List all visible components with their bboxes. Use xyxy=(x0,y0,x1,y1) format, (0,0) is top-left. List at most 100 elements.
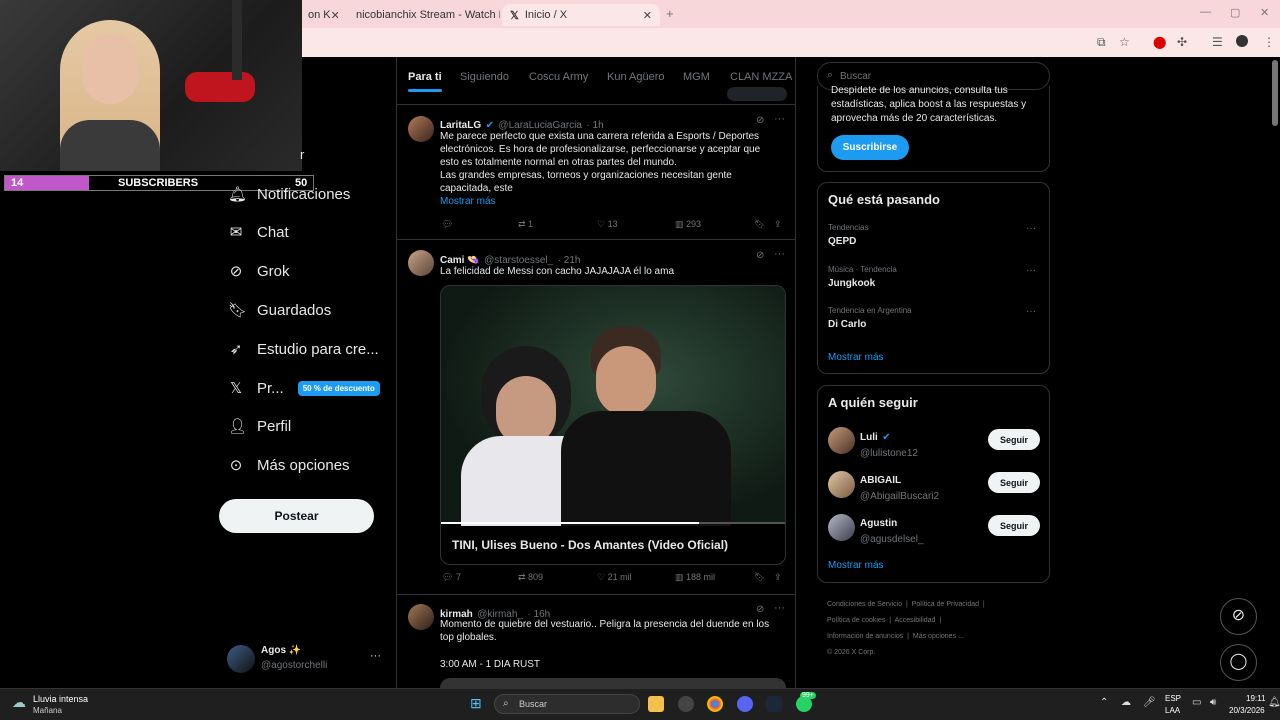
follow-name[interactable]: Luli xyxy=(860,432,878,443)
tweet[interactable]: Cami 👒 @starstoessel_ · 21h ⊘ ··· La fel… xyxy=(397,241,795,595)
account-avatar[interactable] xyxy=(227,645,255,673)
tweet[interactable]: kirmah @kirmah_ · 16h ⊘ ··· Momento de q… xyxy=(397,596,795,688)
tab-coscu-army[interactable]: Coscu Army xyxy=(529,71,588,83)
weather-title[interactable]: Lluvia intensa xyxy=(33,694,88,704)
keyboard-layout[interactable]: LAA xyxy=(1165,706,1180,715)
notifications-icon[interactable]: 🔔︎ xyxy=(1268,697,1280,708)
show-posts-pill[interactable] xyxy=(727,87,787,101)
trend-more-button[interactable]: ··· xyxy=(1026,223,1036,234)
tweet-more-button[interactable]: ··· xyxy=(774,113,785,125)
nav-grok[interactable]: ⊘ Grok xyxy=(228,257,290,285)
retweet-button[interactable]: ⇄ 1 xyxy=(518,219,533,230)
like-button[interactable]: ♡ 13 xyxy=(597,219,618,230)
follow-name[interactable]: Agustin xyxy=(860,518,897,529)
tweet-avatar[interactable] xyxy=(408,116,434,142)
tab-kun-aguero[interactable]: Kun Agüero xyxy=(607,71,665,83)
footer-link[interactable]: Política de Privacidad xyxy=(912,601,979,608)
trend-item[interactable]: Tendencia en Argentina Di Carlo xyxy=(828,306,912,330)
menu-icon[interactable]: ⋮ xyxy=(1263,35,1275,49)
grok-icon[interactable]: ⊘ xyxy=(756,604,764,615)
video-card[interactable]: TINI, Ulises Bueno - Dos Amantes (Video … xyxy=(440,285,786,565)
extension-icon[interactable]: ⬤ xyxy=(1153,35,1166,49)
like-button[interactable]: ♡ 21 mil xyxy=(597,572,632,583)
maximize-icon[interactable]: ▢ xyxy=(1230,6,1240,19)
tab-clan-mzza[interactable]: CLAN MZZA xyxy=(730,71,792,83)
tweet-media[interactable] xyxy=(440,678,786,688)
trend-more-button[interactable]: ··· xyxy=(1026,265,1036,276)
tweet[interactable]: LaritaLG ✔ @LaraLuciaGarcia · 1h ⊘ ··· M… xyxy=(397,106,795,240)
post-button[interactable]: Postear xyxy=(219,499,374,533)
video-title[interactable]: TINI, Ulises Bueno - Dos Amantes (Video … xyxy=(452,538,728,552)
new-tab-button[interactable]: + xyxy=(666,6,674,21)
bookmark-icon[interactable]: 🔖︎ xyxy=(754,572,765,583)
clock-date[interactable]: 20/3/2026 xyxy=(1229,706,1265,715)
star-icon[interactable]: ☆ xyxy=(1119,35,1130,49)
grok-icon[interactable]: ⊘ xyxy=(756,250,764,261)
follow-name[interactable]: ABIGAIL xyxy=(860,475,901,486)
follow-button[interactable]: Seguir xyxy=(988,429,1040,450)
volume-icon[interactable]: 🔊︎ xyxy=(1210,697,1216,708)
messages-float-button[interactable]: ◯ xyxy=(1220,644,1257,681)
tweet-avatar[interactable] xyxy=(408,604,434,630)
share-icon[interactable]: ⇪ xyxy=(774,572,782,583)
app-icon[interactable] xyxy=(678,696,694,712)
nav-creator-studio[interactable]: ➶ Estudio para cre... xyxy=(228,335,379,363)
retweet-button[interactable]: ⇄ 809 xyxy=(518,572,543,583)
close-icon[interactable]: ✕ xyxy=(331,9,338,22)
views-button[interactable]: ▥ 293 xyxy=(675,219,701,230)
follow-avatar[interactable] xyxy=(828,427,855,454)
tweet-more-button[interactable]: ··· xyxy=(774,248,785,260)
nav-premium[interactable]: 𝕏 Pr... 50 % de descuento xyxy=(228,374,380,402)
weather-icon[interactable]: ☁ xyxy=(12,694,26,711)
tab-mgm[interactable]: MGM xyxy=(683,71,710,83)
account-more-button[interactable]: ··· xyxy=(370,650,381,662)
video-progress-track[interactable] xyxy=(441,522,785,524)
grok-float-button[interactable]: ⊘ xyxy=(1220,598,1257,635)
file-explorer-icon[interactable] xyxy=(648,696,664,712)
nav-notifications[interactable]: 🔔︎ Notificaciones xyxy=(228,180,350,208)
display-icon[interactable]: ▭ xyxy=(1192,697,1201,708)
windows-start-icon[interactable]: ⊞ xyxy=(470,695,482,712)
close-window-icon[interactable]: ✕ xyxy=(1260,6,1269,19)
follow-button[interactable]: Seguir xyxy=(988,515,1040,536)
footer-link[interactable]: Información de anuncios xyxy=(827,633,903,640)
close-icon[interactable]: ✕ xyxy=(643,9,652,22)
chrome-icon[interactable] xyxy=(707,696,723,712)
trends-show-more[interactable]: Mostrar más xyxy=(828,352,884,363)
chevron-up-icon[interactable]: ⌃ xyxy=(1100,697,1108,708)
share-icon[interactable]: ⇪ xyxy=(774,219,782,230)
discord-icon[interactable] xyxy=(737,696,753,712)
reply-button[interactable]: 💬︎ 7 xyxy=(442,572,461,583)
subscribe-button[interactable]: Suscribirse xyxy=(831,135,909,160)
tab-for-you[interactable]: Para ti xyxy=(408,71,442,83)
trend-item[interactable]: Música · Tendencia Jungkook xyxy=(828,265,897,289)
media-icon[interactable]: ☰ xyxy=(1212,35,1223,49)
tab-following[interactable]: Siguiendo xyxy=(460,71,509,83)
follow-button[interactable]: Seguir xyxy=(988,472,1040,493)
footer-link[interactable]: Más opciones ... xyxy=(913,633,964,640)
footer-link[interactable]: Condiciones de Servicio xyxy=(827,601,902,608)
tweet-avatar[interactable] xyxy=(408,250,434,276)
grok-icon[interactable]: ⊘ xyxy=(756,115,764,126)
language-indicator[interactable]: ESP xyxy=(1165,694,1181,703)
nav-profile[interactable]: 👤︎ Perfil xyxy=(228,412,291,440)
nav-more-options[interactable]: ⊙ Más opciones xyxy=(228,451,350,479)
footer-link[interactable]: Política de cookies xyxy=(827,617,885,624)
browser-tab-active[interactable]: 𝕏 Inicio / X ✕ xyxy=(502,4,660,26)
minimize-icon[interactable]: — xyxy=(1200,6,1211,18)
tweet-more-button[interactable]: ··· xyxy=(774,602,785,614)
account-name[interactable]: Agos ✨ xyxy=(261,645,301,656)
views-button[interactable]: ▥ 188 mil xyxy=(675,572,715,583)
puzzle-icon[interactable]: ✣ xyxy=(1177,35,1187,49)
show-more-link[interactable]: Mostrar más xyxy=(440,196,496,207)
scrollbar-thumb[interactable] xyxy=(1272,60,1278,126)
browser-tab[interactable]: on K ✕ xyxy=(300,4,338,26)
trend-more-button[interactable]: ··· xyxy=(1026,306,1036,317)
taskbar-search[interactable]: ⌕ Buscar xyxy=(494,694,640,714)
profile-avatar[interactable] xyxy=(1236,35,1248,47)
video-thumbnail[interactable] xyxy=(441,286,785,526)
browser-tab[interactable]: nicobianchix Stream - Watch L ✕ xyxy=(342,4,500,26)
footer-link[interactable]: Accesibilidad xyxy=(895,617,936,624)
bookmark-icon[interactable]: 🔖︎ xyxy=(754,219,765,230)
trend-item[interactable]: Tendencias QEPD xyxy=(828,223,868,247)
